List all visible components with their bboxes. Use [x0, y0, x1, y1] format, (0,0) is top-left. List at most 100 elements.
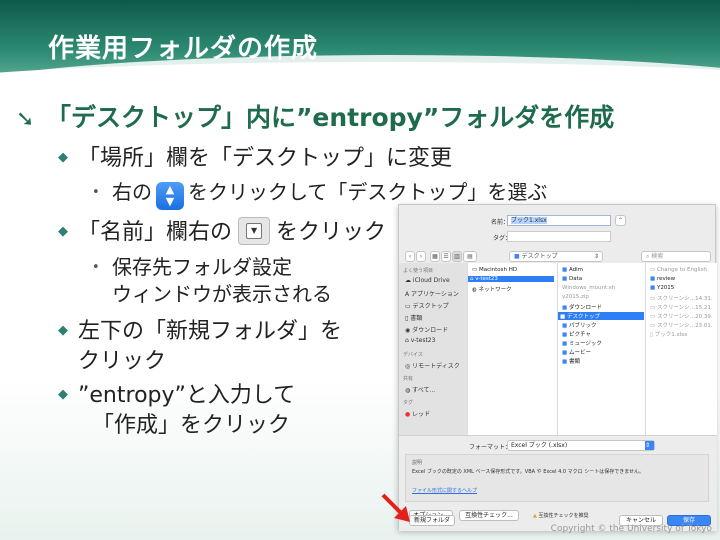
sidebar-item-remote-disc[interactable]: ◎ リモートディスク [405, 361, 460, 370]
sidebar-item-all[interactable]: ◍ すべて... [405, 385, 435, 394]
list-item-label: ネットワーク [478, 287, 512, 293]
sidebar-item-home[interactable]: ⌂ v-test23 [405, 337, 435, 344]
list-item[interactable]: ■ Data [562, 276, 582, 282]
copyright-text: Copyright © the University of Tokyo [550, 524, 712, 534]
list-item-label: Change to English [656, 267, 707, 273]
bullet-entropy: ◆ ”entropy”と入力して 「作成」をクリック [58, 380, 295, 441]
red-arrow-icon [381, 493, 410, 522]
tag-input[interactable] [507, 231, 611, 242]
browser-column-1: ▭ Macintosh HD ⌂ v-test23 ◍ ネットワーク [467, 263, 557, 435]
slide-title: 作業用フォルダの作成 [48, 34, 319, 64]
list-item-label: ダウンロード [568, 305, 602, 311]
list-item-label: スクリーンシ…20.39. [656, 314, 713, 320]
name-input[interactable]: ブック1.xlsx [507, 215, 611, 226]
main-bullet: ➘ 「デスクトップ」内に”entropy”フォルダを作成 [16, 98, 716, 134]
list-item[interactable]: ■ ムービー [562, 348, 591, 356]
back-button[interactable]: ‹ [405, 251, 415, 262]
shared-heading: 共有 [403, 376, 414, 382]
bullet-name-post: をクリック [276, 220, 387, 245]
description-heading: 説明 [412, 460, 423, 466]
list-item-label: スクリーンシ…14.31. [656, 296, 713, 302]
sidebar-item-remote-disc-label: リモートディスク [412, 363, 460, 370]
devices-heading: デバイス [403, 352, 423, 358]
list-item[interactable]: ■ デスクトップ [558, 312, 644, 320]
list-item-label: y2015.zip [562, 294, 589, 300]
list-item-label: Windows_mount.sh [562, 285, 616, 291]
compat-check-button[interactable]: 互換性チェック... [459, 510, 519, 521]
list-item-label: スクリーンシ…23.01. [656, 323, 713, 329]
icon-view-button[interactable]: ▦ [430, 251, 440, 262]
sidebar-item-all-label: すべて... [412, 387, 436, 394]
sidebar-item-documents[interactable]: ▯ 書類 [405, 313, 422, 322]
bullet-new-folder-line1: 左下の「新規フォルダ」を [78, 319, 343, 344]
sidebar-item-red-tag[interactable]: ● レッド [405, 409, 430, 418]
updown-icon: ⇕ [645, 441, 654, 450]
list-item[interactable]: ■ ダウンロード [562, 303, 602, 311]
diamond-bullet-icon: ◆ [58, 387, 68, 402]
list-item[interactable]: ■ ミュージック [562, 339, 602, 347]
list-item[interactable]: ■ ピクチャ [562, 330, 591, 338]
bullet-entropy-line1: ”entropy”と入力して [78, 383, 296, 408]
sub-bullet-window: • 保存先フォルダ設定 ウィンドウが表示される [92, 254, 332, 308]
sub-bullet-stepper-post: をクリックして「デスクトップ」を選ぶ [188, 180, 548, 204]
sub-bullet-window-line2: ウィンドウが表示される [112, 282, 332, 306]
forward-button[interactable]: › [416, 251, 426, 262]
bullet-location: ◆ 「場所」欄を「デスクトップ」に変更 [58, 140, 452, 172]
diamond-bullet-icon: ◆ [58, 150, 68, 165]
new-folder-button[interactable]: 新規フォルダ [409, 515, 455, 526]
sidebar-item-icloud[interactable]: ☁ iCloud Drive [405, 277, 450, 284]
sidebar-item-desktop[interactable]: ▭ デスクトップ [405, 301, 449, 310]
list-item-label: デスクトップ [566, 314, 600, 320]
list-item[interactable]: ⌂ v-test23 [468, 276, 554, 282]
search-field[interactable]: ⌕ 検索 [641, 251, 711, 262]
bullet-name-field: ◆ 「名前」欄右の ▼ をクリック [58, 214, 386, 246]
list-item[interactable]: ▭ Change to English [650, 267, 707, 273]
format-popup[interactable]: Excel ブック (.xlsx) ⇕ [507, 440, 655, 451]
search-icon: ⌕ [646, 253, 650, 260]
description-text: Excel ブックの既定の XML ベース保存形式です。VBA や Excel … [412, 469, 645, 475]
red-tag-icon: ● [405, 411, 411, 418]
warning-icon: ▲ [533, 513, 537, 519]
list-view-button[interactable]: ☰ [441, 251, 451, 262]
title-bar: 作業用フォルダの作成 [0, 0, 720, 90]
bullet-location-text: 「場所」欄を「デスクトップ」に変更 [78, 146, 453, 171]
arrow-down-right-icon: ➘ [16, 107, 35, 132]
list-item[interactable]: ▭ スクリーンシ…14.31. [650, 294, 713, 302]
list-item[interactable]: Windows_mount.sh [562, 285, 615, 291]
list-item[interactable]: ■ Adlm [562, 267, 583, 273]
list-item[interactable]: ▭ Macintosh HD [472, 267, 517, 273]
compat-warning-text: 互換性チェックを推奨 [538, 513, 589, 519]
list-item[interactable]: ■ パブリック [562, 321, 596, 329]
list-item-label: review [656, 276, 676, 282]
list-item[interactable]: ▭ スクリーンシ…20.39. [650, 312, 713, 320]
diamond-bullet-icon: ◆ [58, 323, 68, 338]
column-view-button[interactable]: ▥ [452, 251, 462, 262]
list-item[interactable]: ▯ ブック1.xlsx [650, 330, 687, 338]
search-placeholder: 検索 [651, 253, 664, 260]
list-item[interactable]: ◍ ネットワーク [472, 285, 512, 293]
list-item[interactable]: ■ Y2015 [650, 285, 674, 291]
list-item[interactable]: ▭ スクリーンシ…23.01. [650, 321, 713, 329]
list-item-label: ミュージック [568, 341, 602, 347]
sidebar-item-red-label: レッド [412, 411, 431, 418]
list-item[interactable]: ■ 書類 [562, 357, 580, 365]
sidebar-item-applications[interactable]: A アプリケーション [405, 289, 459, 298]
expand-button[interactable]: ⌃ [615, 215, 626, 226]
location-popup[interactable]: ■ デスクトップ ⇕ [509, 251, 603, 262]
list-item-label: 書類 [568, 359, 580, 365]
list-item-label: Adlm [568, 267, 583, 273]
name-value: ブック1.xlsx [511, 217, 547, 224]
list-item[interactable]: y2015.zip [562, 294, 589, 300]
sidebar-item-downloads-label: ダウンロード [412, 327, 449, 334]
format-help-link[interactable]: ファイル形式に関するヘルプ [412, 487, 477, 494]
list-item[interactable]: ▭ スクリーンシ…15.21. [650, 303, 713, 311]
gallery-view-button[interactable]: ▤ [463, 251, 477, 262]
sidebar-item-downloads[interactable]: ◉ ダウンロード [405, 325, 448, 334]
tags-heading: タグ [403, 400, 414, 406]
favorites-heading: よく使う項目 [403, 268, 434, 274]
list-item-label: v-test23 [475, 276, 498, 282]
list-item-label: Data [568, 276, 583, 282]
list-item[interactable]: ■ review [650, 276, 675, 282]
location-value: デスクトップ [521, 253, 558, 260]
stepper-icon: ▲ ▼ [156, 182, 184, 210]
